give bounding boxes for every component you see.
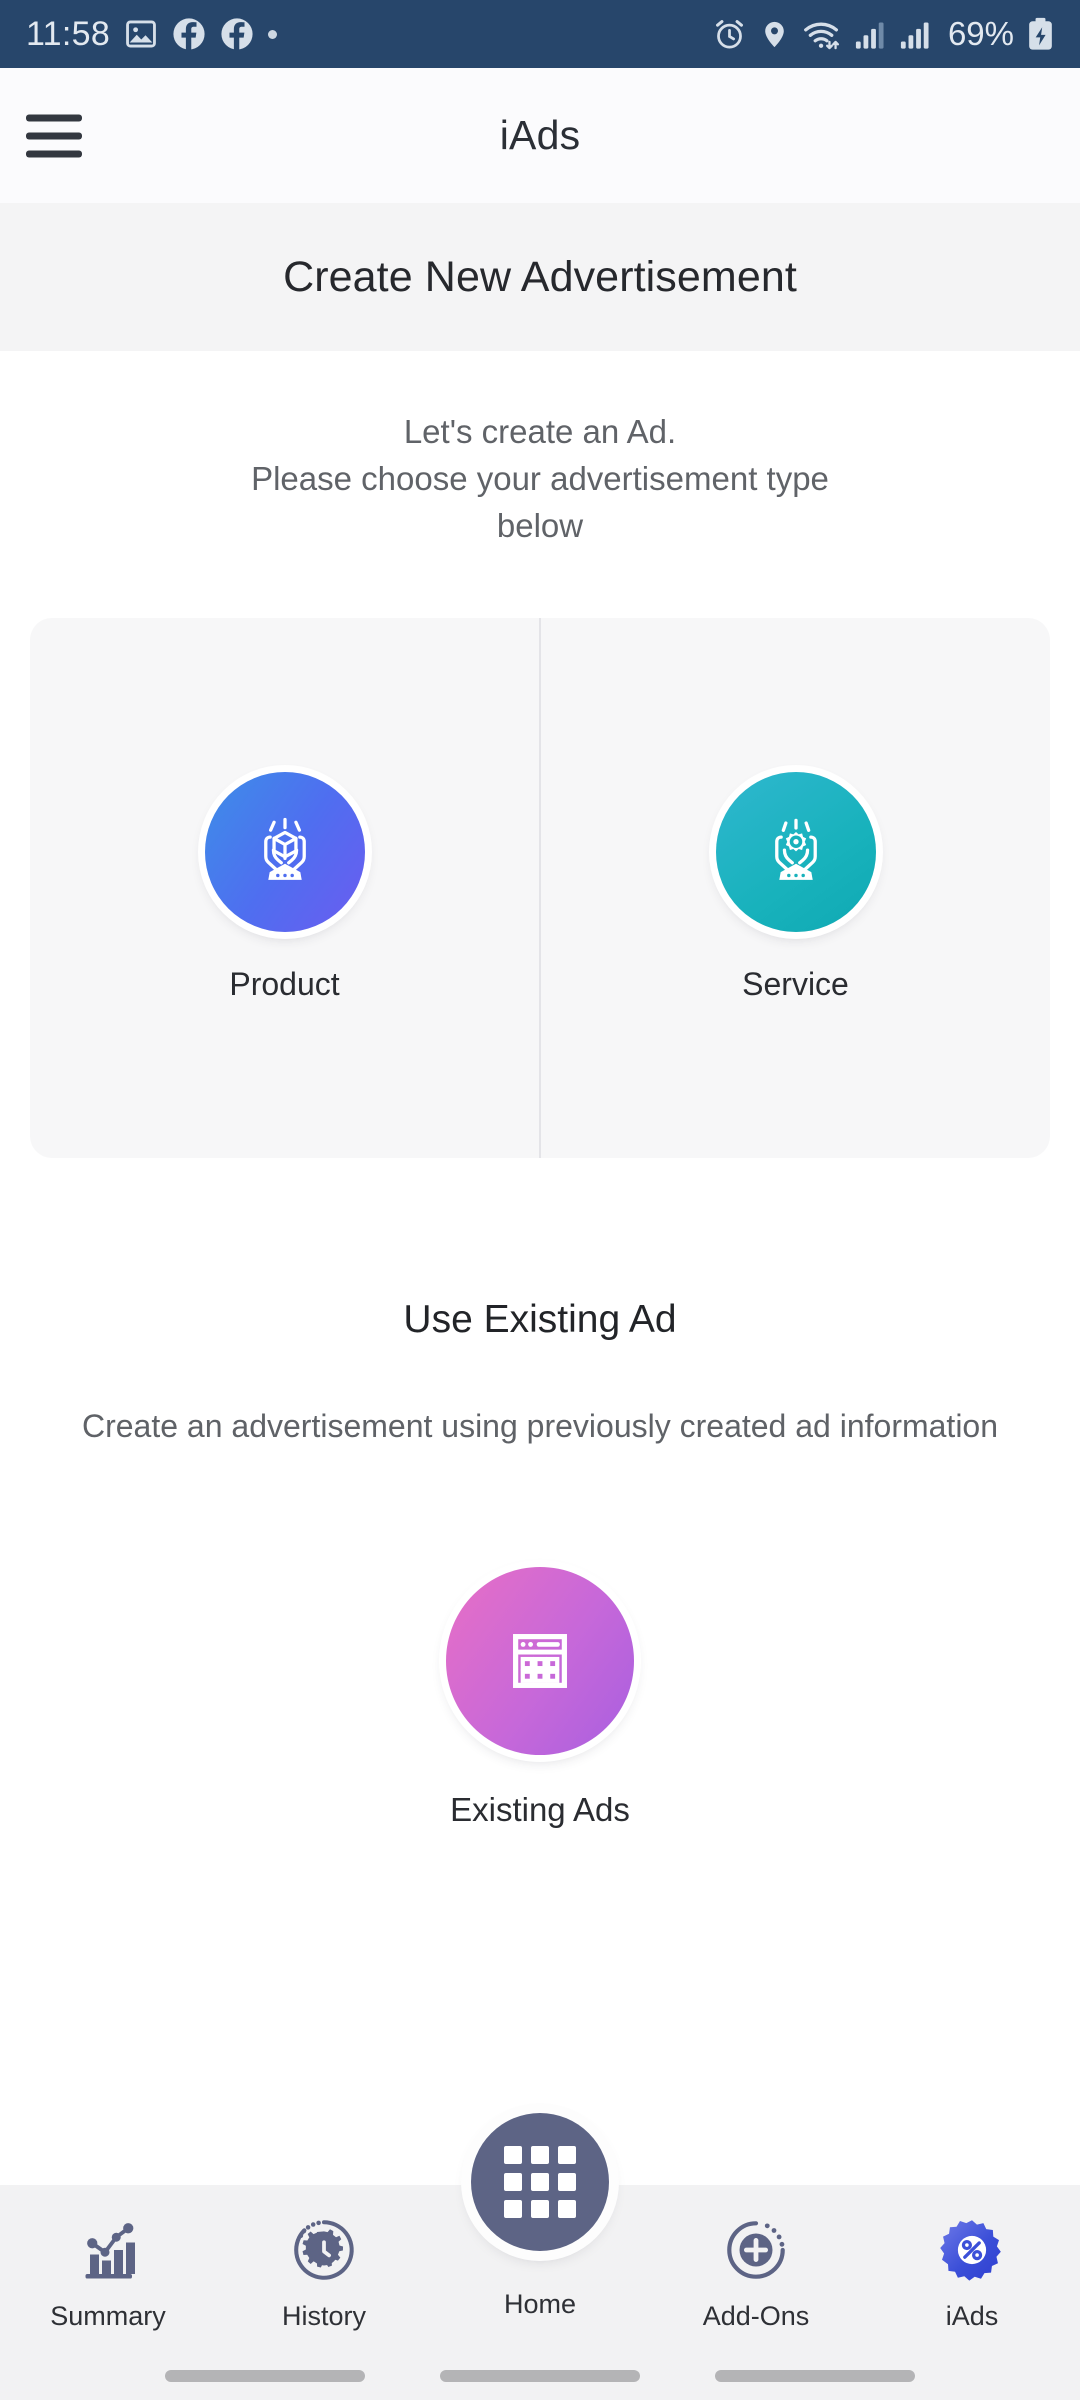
ad-type-option-product[interactable]: Product — [30, 618, 539, 1158]
grid-cell — [558, 2146, 576, 2164]
bar-chart-trend-icon — [72, 2211, 144, 2289]
gesture-pill[interactable] — [165, 2370, 365, 2382]
signal-icon — [899, 19, 931, 50]
nav-item-iads[interactable]: iAds — [864, 2185, 1080, 2332]
lead-line-2: Please choose your advertisement type — [251, 459, 829, 497]
status-bar-right: 69% — [713, 15, 1054, 53]
ad-type-label-service: Service — [742, 966, 849, 1003]
grid-cell — [558, 2200, 576, 2218]
existing-ad-title: Use Existing Ad — [403, 1297, 677, 1341]
ad-type-option-service[interactable]: Service — [541, 618, 1050, 1158]
hamburger-bar — [26, 114, 82, 121]
grid-cell — [504, 2173, 522, 2191]
nav-item-history[interactable]: History — [216, 2185, 432, 2332]
phone-screen: 11:58 69% iAds Create New Advertisement … — [0, 0, 1080, 2400]
hamburger-bar — [26, 150, 82, 157]
grid-cell — [504, 2146, 522, 2164]
main-content: Let's create an Ad. Please choose your a… — [0, 351, 1080, 2400]
facebook-icon — [220, 17, 254, 51]
nav-item-add-ons[interactable]: Add-Ons — [648, 2185, 864, 2332]
battery-charging-icon — [1027, 17, 1054, 51]
gesture-pill[interactable] — [440, 2370, 640, 2382]
existing-ads-option[interactable]: Existing Ads — [0, 1567, 1080, 1829]
percent-badge-icon — [936, 2211, 1008, 2289]
hamburger-bar — [26, 132, 82, 139]
existing-desc-line-1: Create an advertisement using previously… — [81, 1407, 831, 1444]
hands-holding-gear-icon — [715, 772, 876, 933]
nav-label-home: Home — [503, 2289, 577, 2319]
nav-label-add-ons: Add-Ons — [702, 2301, 810, 2331]
facebook-icon — [172, 17, 206, 51]
nav-item-home[interactable]: Home — [432, 2113, 648, 2320]
plus-circle-icon — [720, 2211, 792, 2289]
grid-cell — [531, 2146, 549, 2164]
bottom-navigation-bar: Summary History Home Add-Ons iAds — [0, 2113, 1080, 2400]
ad-type-label-product: Product — [229, 966, 340, 1003]
status-bar: 11:58 69% — [0, 0, 1080, 68]
lead-line-1: Let's create an Ad. — [403, 413, 677, 450]
signal-icon — [854, 19, 886, 50]
nav-label-iads: iAds — [945, 2301, 999, 2331]
wifi-icon — [803, 18, 841, 51]
existing-desc-line-2: information — [839, 1407, 999, 1444]
existing-ad-description: Create an advertisement using previously… — [0, 1404, 1080, 1449]
grid-cell — [504, 2200, 522, 2218]
window-grid-icon — [446, 1567, 634, 1756]
ad-type-card: Product Service — [30, 617, 1050, 1158]
gear-clock-icon — [288, 2211, 360, 2289]
app-title: iAds — [499, 112, 581, 158]
hands-holding-cube-icon — [204, 772, 365, 933]
dot-icon — [268, 29, 278, 39]
hamburger-menu-icon[interactable] — [26, 114, 82, 157]
battery-percent-label: 69% — [947, 15, 1014, 52]
nav-item-summary[interactable]: Summary — [0, 2185, 216, 2332]
lead-instructions: Let's create an Ad. Please choose your a… — [0, 409, 1080, 550]
grid-cell — [558, 2173, 576, 2191]
status-bar-clock: 11:58 — [26, 14, 111, 53]
gesture-pill[interactable] — [715, 2370, 915, 2382]
home-grid-dots — [504, 2146, 576, 2218]
section-header: Create New Advertisement — [0, 203, 1080, 351]
gesture-indicator-bar — [0, 2370, 1080, 2382]
grid-cell — [531, 2173, 549, 2191]
location-icon — [759, 19, 790, 50]
nav-label-summary: Summary — [50, 2301, 166, 2331]
status-bar-left: 11:58 — [26, 14, 278, 54]
lead-line-3: below — [496, 506, 584, 544]
image-icon — [124, 17, 158, 51]
alarm-icon — [713, 18, 746, 51]
existing-ads-label: Existing Ads — [450, 1791, 630, 1829]
grid-apps-icon[interactable] — [471, 2113, 609, 2251]
nav-label-history: History — [281, 2301, 366, 2331]
grid-cell — [531, 2200, 549, 2218]
app-bar: iAds — [0, 68, 1080, 203]
page-title: Create New Advertisement — [283, 252, 797, 301]
